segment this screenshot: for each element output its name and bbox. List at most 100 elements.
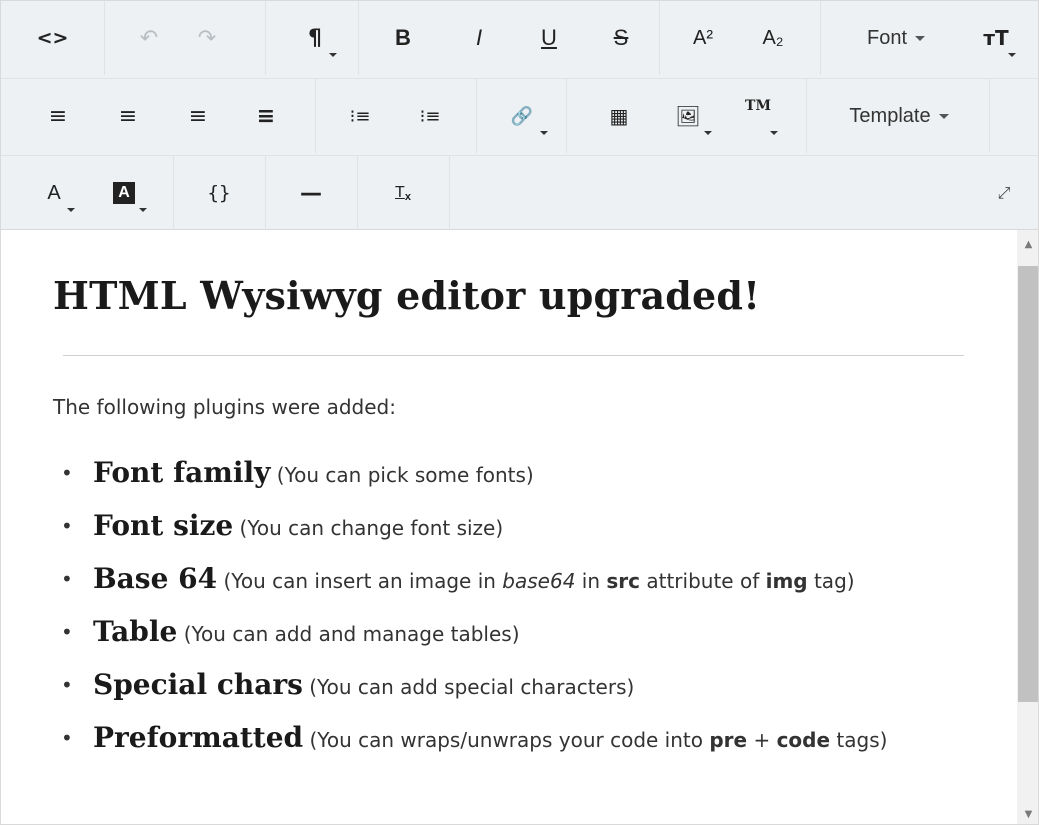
- ordered-list-icon: ⁝≡: [419, 105, 441, 127]
- group-colors: A A: [1, 156, 174, 230]
- undo-icon: ↶: [139, 25, 159, 51]
- horizontal-rule-icon: —: [300, 180, 322, 206]
- group-font: Font тT: [820, 1, 1038, 75]
- font-family-dropdown[interactable]: Font: [840, 1, 952, 75]
- list-item-description: (You can wraps/unwraps your code into pr…: [309, 728, 887, 752]
- text-color-button[interactable]: A: [31, 156, 77, 230]
- clear-format-icon: T: [395, 184, 405, 201]
- paragraph-icon: ¶: [308, 25, 322, 51]
- underline-button[interactable]: U: [524, 1, 574, 75]
- desc-text: (You can insert an image in: [223, 569, 503, 593]
- caret-down-icon: [938, 113, 949, 119]
- code-view-button[interactable]: <>: [1, 1, 104, 75]
- list-item-title: Preformatted: [93, 721, 304, 754]
- scrollbar-thumb[interactable]: [1018, 266, 1038, 702]
- code-term: pre: [709, 728, 748, 752]
- group-hr: —: [265, 156, 358, 230]
- list-item-description: (You can add special characters): [309, 675, 635, 699]
- special-chars-button[interactable]: TM: [730, 79, 786, 153]
- table-icon: ▦: [609, 104, 629, 128]
- group-align: ≡ ≡ ≡ ≡: [1, 79, 316, 153]
- superscript-button[interactable]: A²: [675, 1, 731, 75]
- code-term: src: [606, 569, 640, 593]
- caret-down-icon: [329, 53, 337, 57]
- editor-toolbar: <> ↶ ↷ ¶ B I U S A² A₂ Font тT ≡ ≡ ≡ ≡ ⁝…: [1, 1, 1038, 230]
- caret-down-icon: [540, 131, 548, 135]
- link-icon: 🔗: [510, 105, 534, 127]
- subscript-button[interactable]: A₂: [745, 1, 801, 75]
- caret-down-icon: [67, 208, 75, 212]
- undo-button[interactable]: ↶: [124, 1, 174, 75]
- plugin-list: • Font family (You can pick some fonts) …: [59, 458, 979, 776]
- toolbar-row-3: A A {} — Tx ⤢: [1, 155, 1038, 230]
- italic-button[interactable]: I: [454, 1, 504, 75]
- align-right-icon: ≡: [188, 103, 208, 129]
- superscript-icon: A²: [693, 26, 713, 49]
- align-left-button[interactable]: ≡: [35, 79, 81, 153]
- font-size-icon: тT: [983, 26, 1009, 50]
- list-item: • Font family (You can pick some fonts): [59, 458, 979, 490]
- bullet-icon: •: [61, 567, 73, 591]
- fullscreen-button[interactable]: ⤢: [983, 156, 1025, 230]
- template-dropdown[interactable]: Template: [820, 79, 978, 153]
- background-color-icon: A: [113, 182, 135, 204]
- align-right-button[interactable]: ≡: [175, 79, 221, 153]
- scroll-up-icon[interactable]: ▲: [1017, 234, 1038, 254]
- redo-button[interactable]: ↷: [182, 1, 232, 75]
- caret-down-icon: [770, 131, 778, 135]
- scroll-down-icon[interactable]: ▼: [1017, 804, 1038, 824]
- vertical-scrollbar[interactable]: ▲ ▼: [1017, 230, 1038, 824]
- clear-format-button[interactable]: Tx: [377, 156, 429, 230]
- trademark-icon: TM: [745, 98, 771, 114]
- list-item-title: Base 64: [93, 562, 218, 595]
- bullet-icon: •: [61, 726, 73, 750]
- braces-icon: {}: [207, 182, 231, 204]
- insert-table-button[interactable]: ▦: [596, 79, 642, 153]
- strikethrough-button[interactable]: S: [596, 1, 646, 75]
- group-pre: {}: [173, 156, 266, 230]
- caret-down-icon: [139, 208, 147, 212]
- group-lists: ⁝≡ ⁝≡: [315, 79, 477, 153]
- ordered-list-button[interactable]: ⁝≡: [407, 79, 453, 153]
- horizontal-rule-button[interactable]: —: [285, 156, 337, 230]
- list-item: • Font size (You can change font size): [59, 511, 979, 543]
- list-item: • Table (You can add and manage tables): [59, 617, 979, 649]
- bullet-list-button[interactable]: ⁝≡: [337, 79, 383, 153]
- list-item-description: (You can add and manage tables): [183, 622, 520, 646]
- insert-image-button[interactable]: 🖼: [660, 79, 716, 153]
- insert-link-button[interactable]: 🔗: [496, 79, 548, 153]
- group-clear: Tx: [357, 156, 450, 230]
- align-left-icon: ≡: [48, 103, 68, 129]
- caret-down-icon: [915, 35, 926, 41]
- wysiwyg-editor: <> ↶ ↷ ¶ B I U S A² A₂ Font тT ≡ ≡ ≡ ≡ ⁝…: [0, 0, 1039, 825]
- redo-icon: ↷: [197, 25, 217, 51]
- group-view: <>: [1, 1, 105, 75]
- code-term: img: [765, 569, 808, 593]
- list-item-description: (You can change font size): [239, 516, 504, 540]
- emphasis-text: base64: [502, 569, 576, 593]
- align-center-button[interactable]: ≡: [105, 79, 151, 153]
- intro-paragraph: The following plugins were added:: [53, 395, 396, 419]
- group-template: Template: [806, 79, 990, 153]
- paragraph-format-button[interactable]: ¶: [285, 1, 345, 75]
- toolbar-row-2: ≡ ≡ ≡ ≡ ⁝≡ ⁝≡ 🔗 ▦ 🖼 TM Template: [1, 78, 1038, 153]
- bullet-icon: •: [61, 620, 73, 644]
- fullscreen-icon: ⤢: [997, 183, 1011, 202]
- italic-icon: I: [475, 25, 483, 50]
- caret-down-icon: [704, 131, 712, 135]
- content-heading: HTML Wysiwyg editor upgraded!: [53, 273, 761, 318]
- bullet-icon: •: [61, 461, 73, 485]
- list-item-title: Special chars: [93, 668, 303, 701]
- justify-button[interactable]: ≡: [243, 79, 289, 153]
- bullet-list-icon: ⁝≡: [349, 105, 371, 127]
- group-history: ↶ ↷: [104, 1, 266, 75]
- group-link: 🔗: [476, 79, 567, 153]
- font-dropdown-label: Font: [866, 26, 908, 49]
- font-size-button[interactable]: тT: [968, 1, 1024, 75]
- bold-button[interactable]: B: [378, 1, 428, 75]
- text-color-icon: A: [47, 181, 61, 204]
- background-color-button[interactable]: A: [99, 156, 149, 230]
- list-item-title: Font size: [93, 509, 234, 542]
- desc-text: tag): [807, 569, 855, 593]
- preformatted-button[interactable]: {}: [193, 156, 245, 230]
